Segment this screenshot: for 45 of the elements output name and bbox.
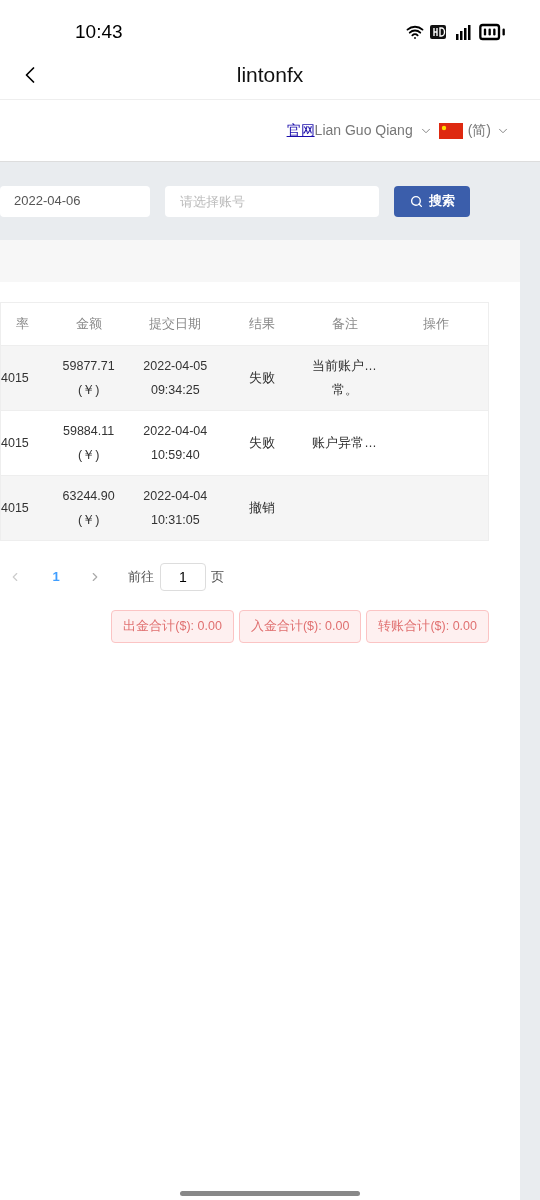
table-cell-text: 2022-04-04 [143, 423, 208, 440]
column-header: 结果 [248, 316, 275, 331]
date-field[interactable]: 2022-04-06 [0, 185, 150, 217]
language-dropdown[interactable]: (简) [438, 120, 510, 141]
column-header: 金额 [75, 316, 102, 331]
total-badge: 入金合计($): 0.00 [238, 610, 362, 643]
column-header: 率 [16, 316, 30, 331]
column-header: 备注 [331, 316, 358, 331]
status-time: 10:43 [75, 19, 123, 44]
table-cell-text: 63244.90 [62, 488, 115, 505]
table-cell-text: 59884.11 [63, 423, 115, 440]
table-cell-text: 59877.71 [62, 358, 115, 375]
search-icon [409, 194, 423, 208]
goto-label: 前往 [128, 568, 154, 587]
table-cell: 失败 [248, 435, 275, 450]
hd-icon [430, 25, 446, 39]
table-cell-text: (￥) [77, 382, 100, 399]
table-cell-text: 当前账户… [312, 358, 377, 375]
table-cell-text: (￥) [77, 512, 100, 529]
user-dropdown[interactable]: Lian Guo Qiang [314, 120, 433, 141]
table-cell-text: 账户异常… [312, 435, 377, 452]
wifi-icon [406, 23, 424, 41]
table-cell-text: 10:31:05 [150, 512, 200, 529]
table-cell-text: 09:34:25 [150, 382, 200, 399]
table-cell: 4015 [1, 370, 29, 385]
column-header: 提交日期 [149, 316, 202, 331]
flag-icon [438, 122, 463, 139]
column-header: 操作 [422, 316, 449, 331]
total-badge: 转账合计($): 0.00 [366, 610, 489, 643]
table-cell: 撤销 [248, 500, 275, 515]
table-cell: 4015 [1, 500, 29, 515]
account-field[interactable]: 请选择账号 [165, 185, 379, 217]
total-badge: 出金合计($): 0.00 [111, 610, 234, 643]
page-number-field[interactable]: 1 [160, 563, 206, 591]
table-cell-text: 常。 [331, 382, 358, 399]
search-button[interactable]: 搜索 [394, 185, 470, 217]
table-cell-text: 2022-04-05 [143, 358, 208, 375]
page-suffix: 页 [211, 568, 224, 587]
page-title: lintonfx [236, 61, 304, 88]
table-cell: 失败 [248, 370, 275, 385]
table-cell-text: (￥) [77, 447, 100, 464]
table-cell-text: 10:59:40 [150, 447, 200, 464]
table-cell-text: 2022-04-04 [143, 488, 208, 505]
website-link[interactable]: 官网 [286, 120, 315, 141]
table-cell: 4015 [1, 435, 29, 450]
